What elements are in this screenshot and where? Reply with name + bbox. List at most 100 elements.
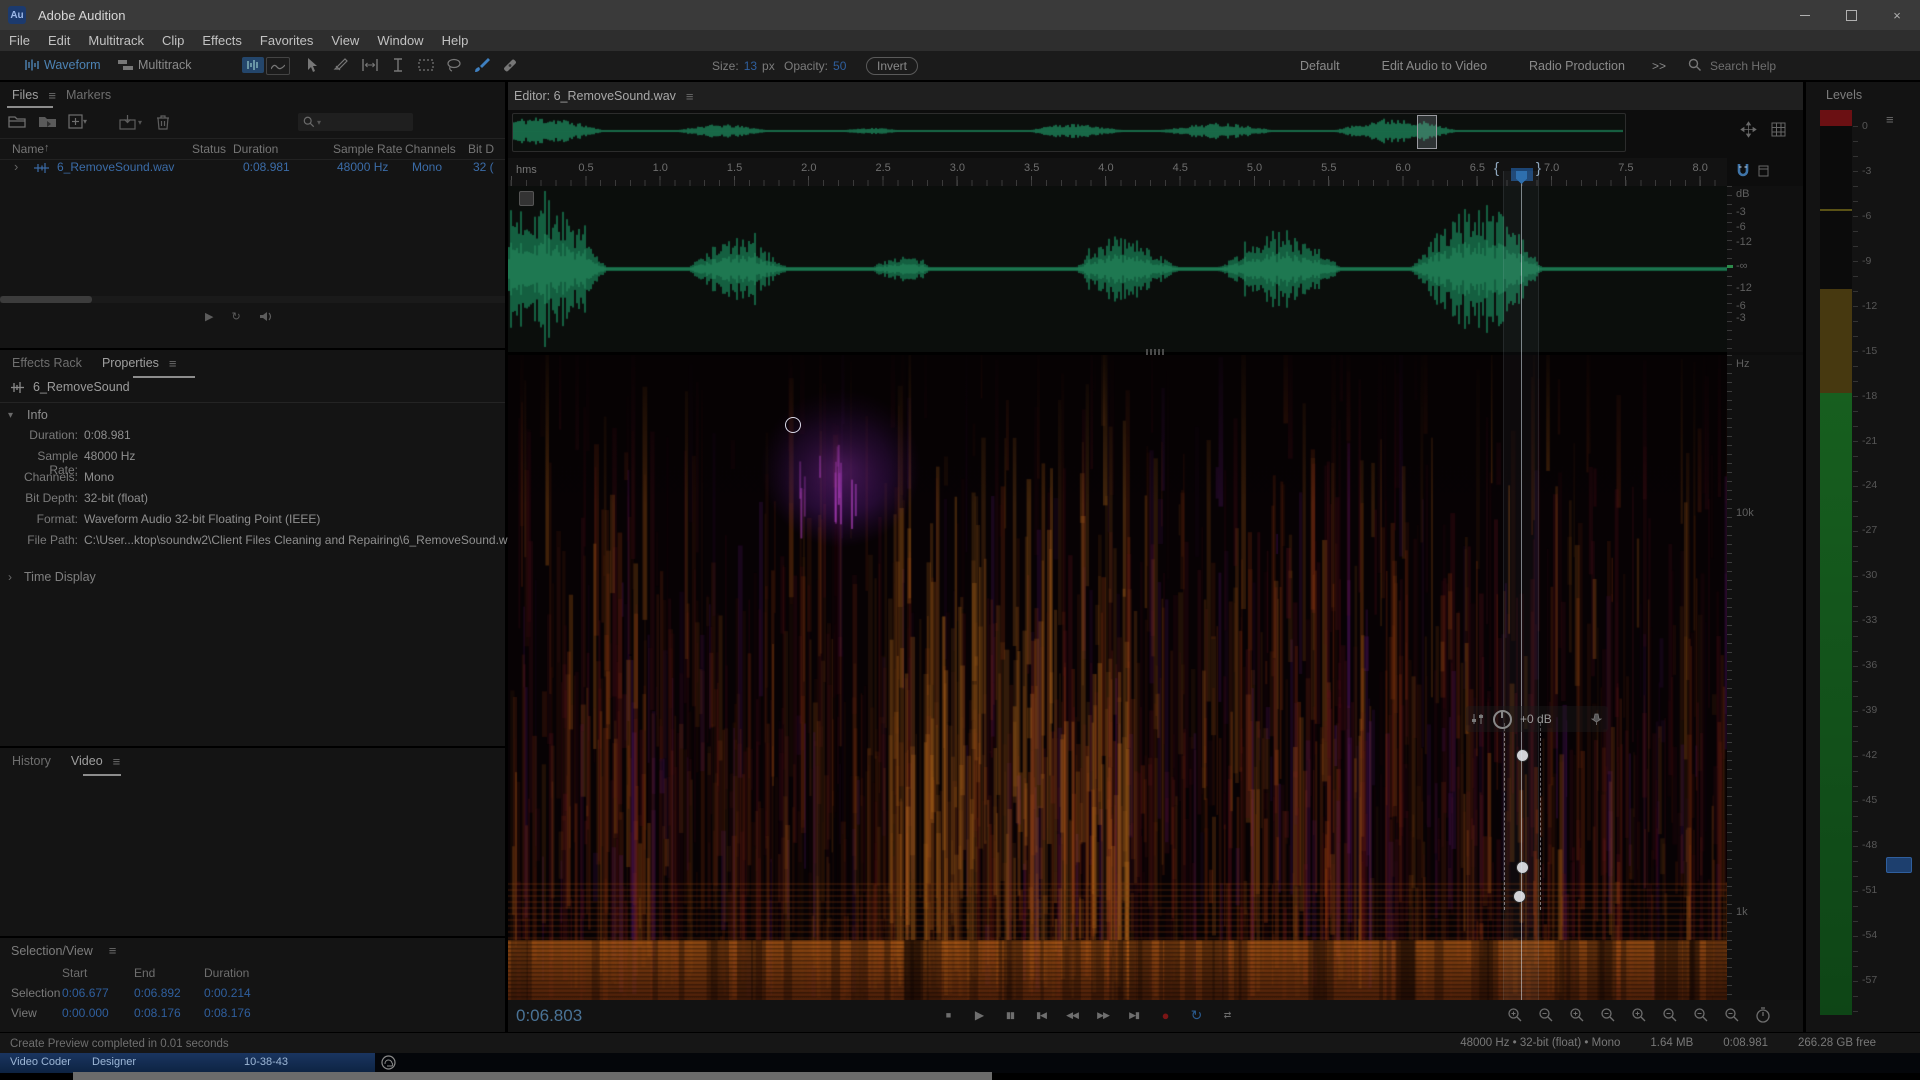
export-file-icon[interactable] <box>118 114 142 130</box>
lasso-selection-tool-icon[interactable] <box>444 56 464 74</box>
creative-cloud-icon[interactable] <box>381 1055 396 1070</box>
show-waveform-toggle[interactable] <box>242 57 264 73</box>
preview-play-icon[interactable]: ▶ <box>205 310 213 323</box>
open-file-icon[interactable] <box>8 114 28 129</box>
menu-item-clip[interactable]: Clip <box>153 33 193 48</box>
tab-history[interactable]: History <box>2 750 61 772</box>
selection-start-brace[interactable]: { <box>1494 160 1499 177</box>
timeline-options-icon[interactable] <box>1758 165 1769 177</box>
preview-loop-icon[interactable]: ↻ <box>231 310 240 323</box>
paintbrush-selection-tool-icon[interactable] <box>472 56 492 74</box>
minimize-button[interactable] <box>1782 0 1828 30</box>
selection-left-edge[interactable] <box>1504 723 1505 910</box>
column-header-bit-d[interactable]: Bit D <box>468 142 494 156</box>
value-end[interactable]: 0:08.176 <box>134 1006 181 1020</box>
workspace-overflow-button[interactable]: >> <box>1652 51 1666 80</box>
expand-caret-icon[interactable]: › <box>14 159 18 174</box>
panel-menu-icon[interactable] <box>48 88 56 103</box>
zoom-in-vertical-button[interactable] <box>1628 1005 1650 1025</box>
taskbar-active-group[interactable]: Video CoderDesigner10-38-43 <box>0 1053 375 1073</box>
panel-menu-icon[interactable] <box>109 943 117 958</box>
menu-item-favorites[interactable]: Favorites <box>251 33 322 48</box>
play-button[interactable]: ▶ <box>967 1004 991 1026</box>
workspace-edit-audio-to-video[interactable]: Edit Audio to Video <box>1382 59 1487 73</box>
timer-button[interactable] <box>1752 1005 1774 1025</box>
razor-tool-icon[interactable] <box>332 56 352 74</box>
workspace-radio-production[interactable]: Radio Production <box>1529 59 1625 73</box>
value-end[interactable]: 0:06.892 <box>134 986 181 1000</box>
loop-button[interactable]: ↻ <box>1184 1004 1208 1026</box>
editor-panel-menu-icon[interactable] <box>686 89 694 104</box>
maximize-button[interactable] <box>1828 0 1874 30</box>
menu-item-view[interactable]: View <box>322 33 368 48</box>
playhead-time-display[interactable]: 0:06.803 <box>516 1006 582 1026</box>
waveform-panel-icon[interactable] <box>519 191 534 206</box>
menu-item-file[interactable]: File <box>0 33 39 48</box>
overview-strip[interactable] <box>512 113 1626 152</box>
column-header-channels[interactable]: Channels <box>405 142 456 156</box>
overview-range-indicator[interactable] <box>1417 115 1437 149</box>
skip-to-end-button[interactable]: ▶▮ <box>1122 1004 1146 1026</box>
magnet-icon[interactable] <box>1736 163 1750 178</box>
files-hscrollbar-thumb[interactable] <box>0 296 92 303</box>
value-duration[interactable]: 0:08.176 <box>204 1006 251 1020</box>
panel-menu-icon[interactable] <box>113 754 121 769</box>
waveform-view-button[interactable]: Waveform <box>18 55 107 75</box>
taskbar-item[interactable]: Video Coder <box>10 1056 71 1068</box>
playhead-line[interactable] <box>1521 171 1522 1000</box>
rewind-button[interactable]: ◀◀ <box>1060 1004 1084 1026</box>
zoom-out-vertical-button[interactable] <box>1659 1005 1681 1025</box>
pin-icon[interactable] <box>1591 713 1602 725</box>
spot-healing-brush-tool-icon[interactable] <box>500 56 520 74</box>
value-start[interactable]: 0:06.677 <box>62 986 109 1000</box>
zoom-full-button[interactable] <box>1721 1005 1743 1025</box>
levels-panel-menu-icon[interactable] <box>1886 112 1894 127</box>
column-header-name[interactable]: Name <box>12 142 44 156</box>
info-section-header[interactable]: Info <box>8 408 48 422</box>
menu-item-edit[interactable]: Edit <box>39 33 79 48</box>
file-row[interactable]: ›6_RemoveSound.wav0:08.98148000 HzMono32… <box>0 158 505 178</box>
grid-icon[interactable] <box>1771 122 1786 137</box>
zoom-out-button[interactable] <box>1535 1005 1557 1025</box>
opacity-value[interactable]: 50 <box>833 59 846 73</box>
selection-handle-bottom[interactable] <box>1513 890 1526 903</box>
tab-files[interactable]: Files <box>2 84 48 106</box>
marquee-selection-tool-icon[interactable] <box>416 56 436 74</box>
tab-effects-rack[interactable]: Effects Rack <box>2 352 92 374</box>
close-button[interactable]: × <box>1874 0 1920 30</box>
hud-gain-value[interactable]: +0 dB <box>1520 712 1552 726</box>
time-display-section-header[interactable]: Time Display <box>8 570 96 584</box>
workspace-default[interactable]: Default <box>1300 59 1340 73</box>
zoom-in-horizontal-button[interactable] <box>1566 1005 1588 1025</box>
skip-selection-button[interactable]: ⇄ <box>1215 1004 1239 1026</box>
value-start[interactable]: 0:00.000 <box>62 1006 109 1020</box>
waveform-display[interactable] <box>508 186 1727 352</box>
spectral-display[interactable] <box>508 355 1727 1000</box>
taskbar-item[interactable]: 10-38-43 <box>244 1056 288 1068</box>
panel-menu-icon[interactable] <box>169 356 177 371</box>
tab-properties[interactable]: Properties <box>92 352 169 374</box>
show-spectrogram-toggle[interactable] <box>266 57 290 75</box>
record-button[interactable]: ● <box>1153 1004 1177 1026</box>
column-header-duration[interactable]: Duration <box>233 142 278 156</box>
column-header-status[interactable]: Status <box>192 142 226 156</box>
timeline-ruler[interactable]: hms 0.51.01.52.02.53.03.54.04.55.05.56.0… <box>508 158 1727 186</box>
invert-button[interactable]: Invert <box>866 57 918 75</box>
files-hscrollbar[interactable] <box>0 296 505 303</box>
collapsed-panel-chip[interactable] <box>1886 857 1912 873</box>
value-duration[interactable]: 0:00.214 <box>204 986 251 1000</box>
menu-item-effects[interactable]: Effects <box>193 33 251 48</box>
column-header-sample-rate[interactable]: Sample Rate <box>333 142 402 156</box>
selection-right-edge[interactable] <box>1540 723 1541 910</box>
time-selection-tool-icon[interactable] <box>388 56 408 74</box>
tab-markers[interactable]: Markers <box>56 84 121 106</box>
zoom-selection-button[interactable] <box>1690 1005 1712 1025</box>
menu-item-help[interactable]: Help <box>433 33 478 48</box>
import-file-icon[interactable] <box>38 114 58 129</box>
multitrack-view-button[interactable]: Multitrack <box>112 55 197 75</box>
pan-icon[interactable] <box>1740 121 1757 138</box>
menu-item-multitrack[interactable]: Multitrack <box>79 33 153 48</box>
hud-gain-knob[interactable] <box>1493 710 1512 729</box>
help-search-input[interactable]: Search Help <box>1710 51 1776 80</box>
selection-handle-middle[interactable] <box>1516 861 1529 874</box>
